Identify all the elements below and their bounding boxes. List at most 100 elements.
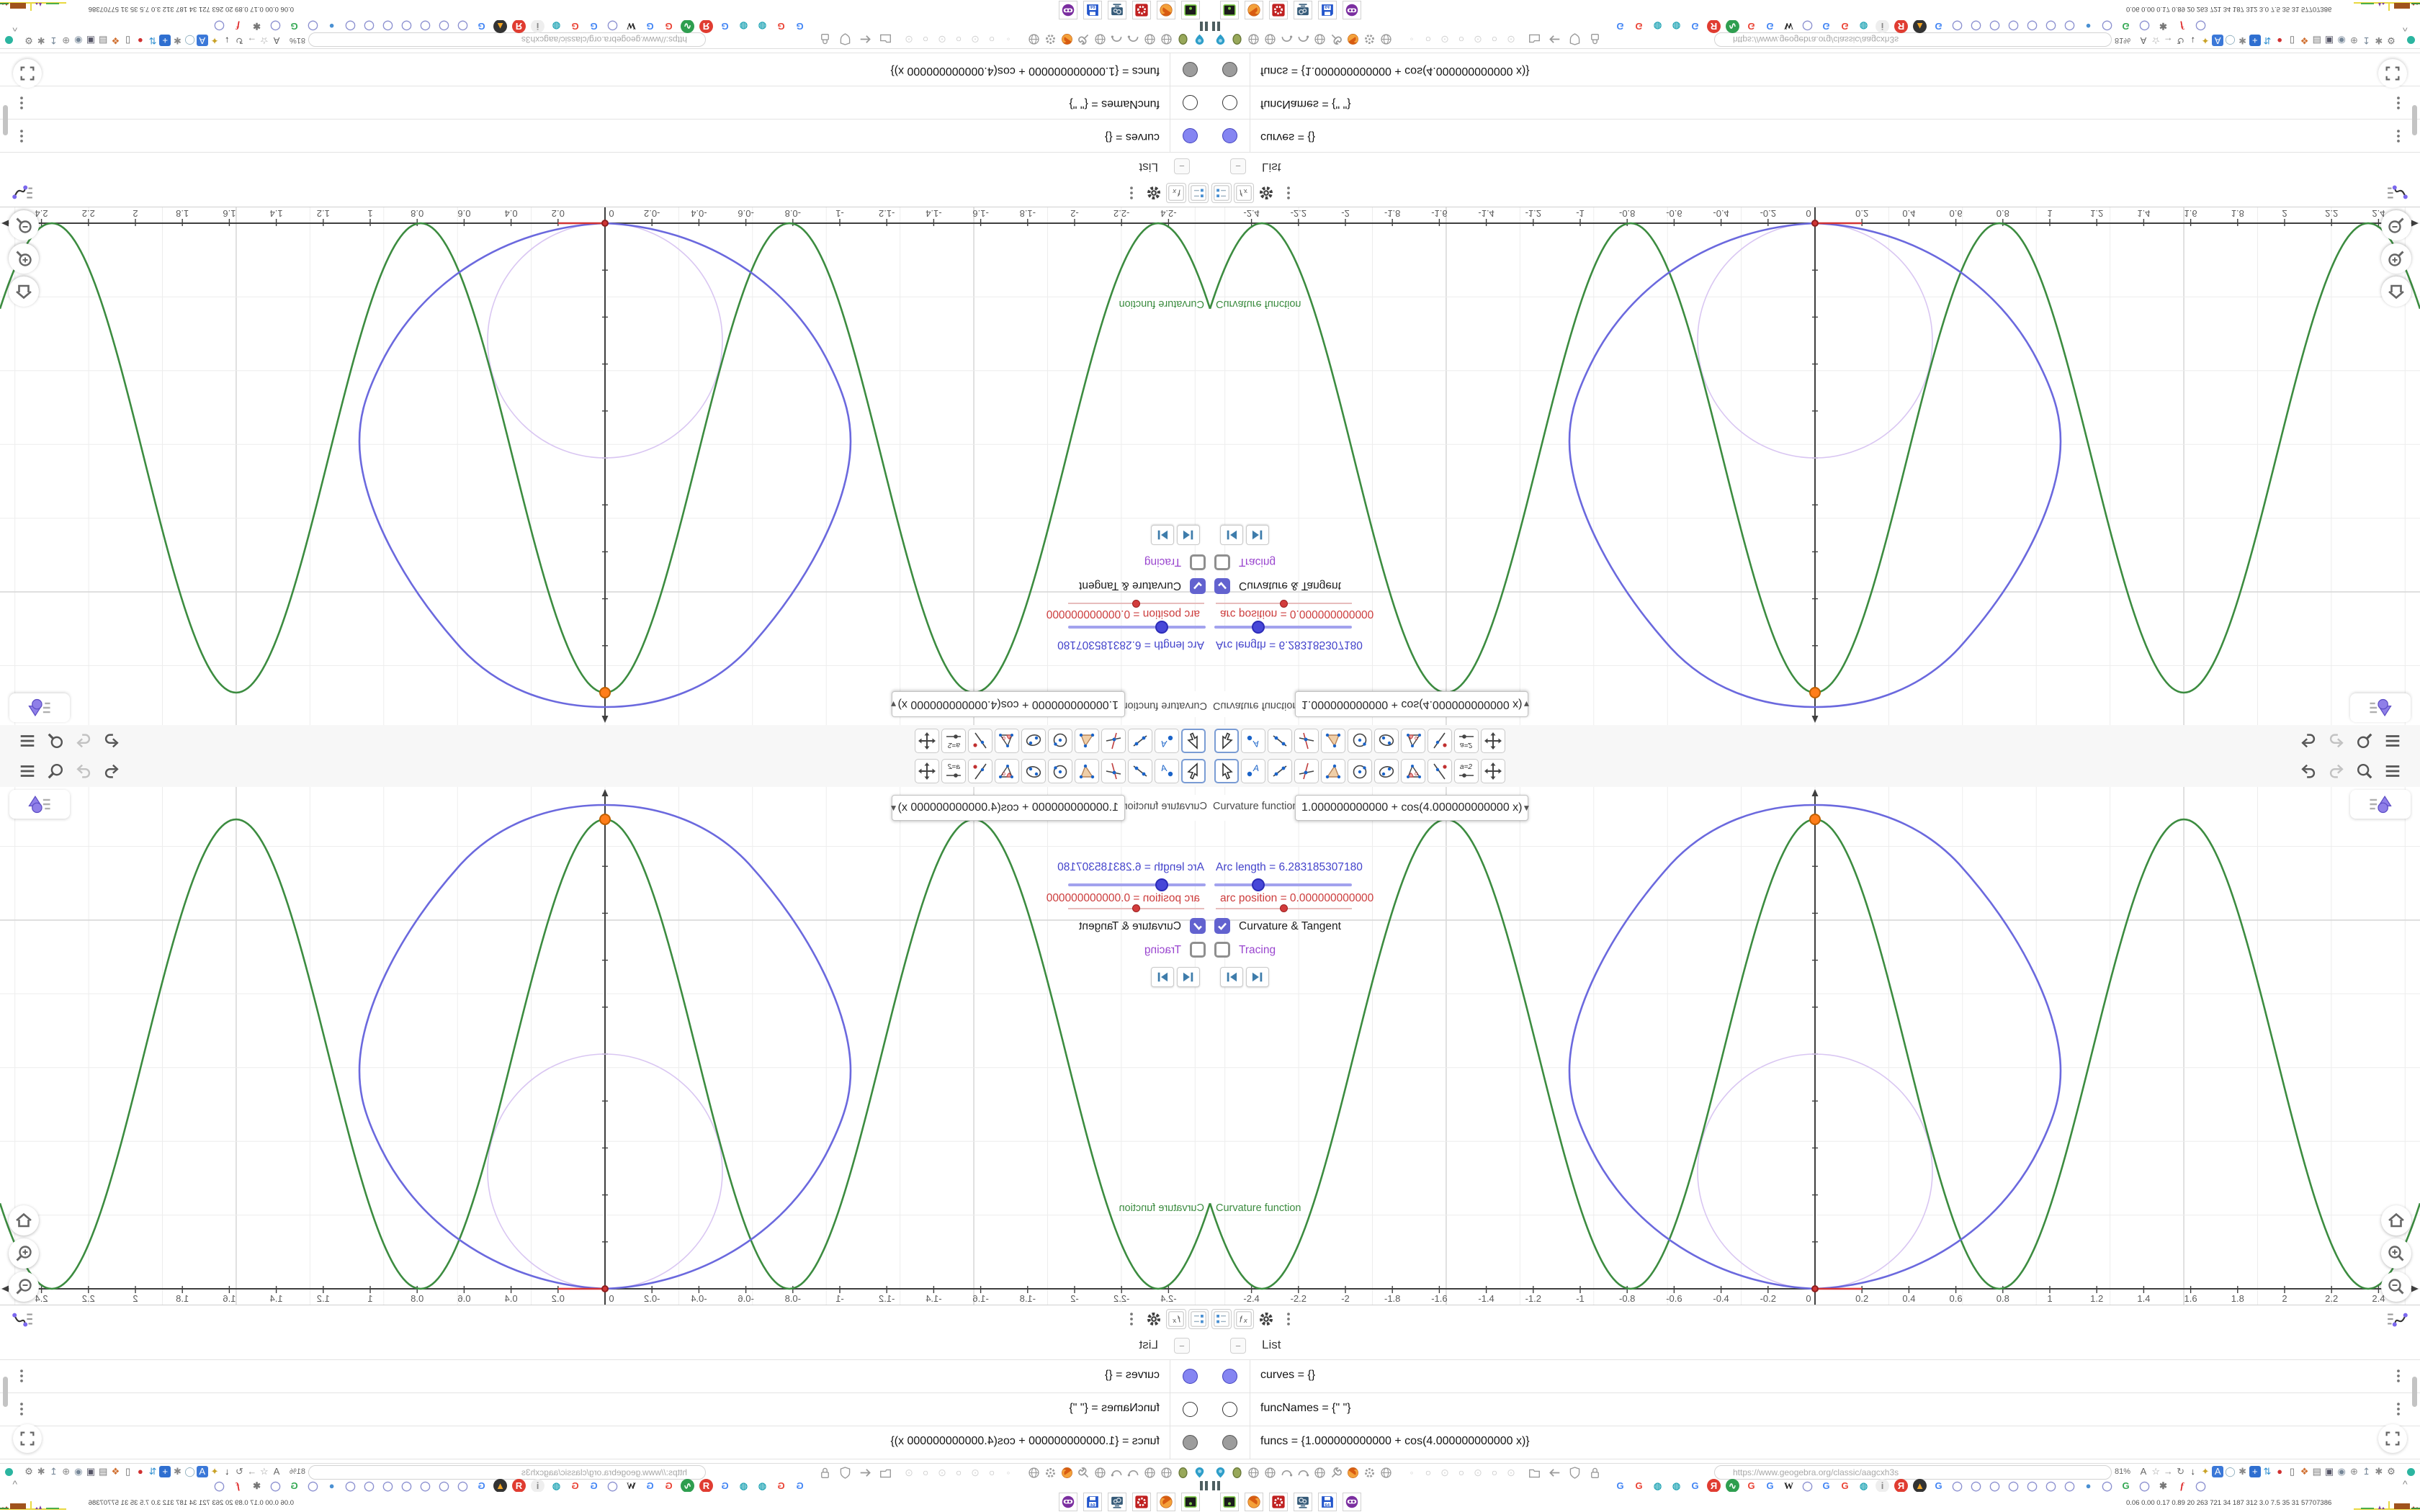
extension-icon[interactable]: ✦ [2200,35,2211,46]
visibility-toggle[interactable] [1222,95,1237,110]
extension-icon[interactable]: ✱ [2237,35,2249,46]
collapse-list-button[interactable]: − [1230,158,1246,174]
extension-icon[interactable]: A [2212,35,2224,46]
visibility-toggle[interactable] [1222,1369,1237,1384]
bookmark-favicon[interactable]: G [662,1479,676,1493]
bookmark-favicon[interactable]: ◯ [1950,1479,1964,1493]
firefox-icon[interactable] [1345,32,1360,47]
globe-icon[interactable] [1093,32,1108,47]
bookmark-favicon[interactable]: ◯ [2007,1479,2020,1493]
bookmark-favicon[interactable]: ◯ [606,19,619,33]
inactive-extension-icon[interactable]: ○ [1454,32,1469,47]
visibility-toggle[interactable] [1183,95,1198,110]
kebab-icon[interactable] [13,91,30,112]
extension-icon[interactable]: ◉ [73,1466,84,1477]
terminal-taskbar-button[interactable] [1220,1,1239,19]
firefox-icon[interactable] [1060,32,1075,47]
arc-icon[interactable] [1110,1465,1124,1480]
function-input[interactable]: 1.000000000000 + cos(4.000000000000 x) ▼ [1295,795,1531,821]
algebra-row[interactable]: curves = {} [1210,120,2420,153]
bookmark-favicon[interactable]: ∿ [681,1479,694,1493]
bookmark-favicon[interactable]: ◯ [269,1479,282,1493]
extension-icon[interactable]: ⊕ [60,1466,72,1477]
globe-icon[interactable] [1379,1465,1393,1480]
bookmark-favicon[interactable]: G [1932,1479,1945,1493]
floppy64-taskbar-button[interactable]: 64 [1083,1,1102,19]
extension-icon[interactable]: ◯ [2224,35,2236,46]
scrollbar[interactable] [2412,1377,2417,1407]
extension-icon[interactable]: ⊕ [2348,1466,2360,1477]
inactive-extension-icon[interactable]: ⊙ [1471,32,1485,47]
extension-icon[interactable]: ✱ [35,1466,47,1477]
bookmark-favicon[interactable]: ◯ [362,19,376,33]
kebab-icon[interactable] [2390,1400,2407,1421]
arc-position-point[interactable] [1811,1285,1819,1292]
arc-icon[interactable] [1279,1465,1294,1480]
inactive-extension-icon[interactable]: ⊙ [968,1465,982,1480]
monitor-taskbar-button[interactable] [1108,1,1126,19]
graphics-stylebar-toggle[interactable] [9,693,70,722]
arc-icon[interactable] [1126,1465,1141,1480]
algebra-view-icon[interactable] [9,182,37,204]
kebab-icon[interactable] [2390,91,2407,112]
bookmark-favicon[interactable]: Я [1707,19,1721,33]
extension-icon[interactable]: ✦ [209,35,220,46]
angle-tool-button[interactable]: α [995,759,1019,783]
extension-icon[interactable]: ↻ [233,35,245,46]
floppy64-taskbar-button[interactable]: 64 [1318,1,1337,19]
skip-forward-button[interactable] [1151,967,1174,987]
bookmark-favicon[interactable]: G [1819,1479,1833,1493]
bookmark-favicon[interactable]: G [662,19,676,33]
extension-icon[interactable]: ⇅ [2262,35,2273,46]
inactive-extension-icon[interactable]: ○ [1421,1465,1435,1480]
bookmark-favicon[interactable]: ◍ [737,1479,750,1493]
collapse-list-button[interactable]: − [1230,1338,1246,1354]
extension-icon[interactable]: ☆ [259,1466,270,1477]
firefox-taskbar-button[interactable] [1157,1,1175,19]
scrollbar[interactable] [3,1377,8,1407]
bookmark-favicon[interactable]: ✱ [2156,19,2170,33]
extension-icon[interactable]: ↻ [2175,35,2187,46]
extension-icon[interactable]: ● [2274,1466,2285,1477]
globe-icon[interactable] [1312,1465,1327,1480]
search-icon[interactable] [2355,732,2374,750]
undo-icon[interactable] [2299,732,2318,750]
polygon-tool-button[interactable] [1321,759,1345,783]
bookmark-favicon[interactable]: ● [2081,1479,2095,1493]
oval-icon[interactable] [1229,32,1244,47]
extension-icon[interactable]: A [2138,1466,2149,1477]
bookmark-favicon[interactable]: G [287,1479,301,1493]
bookmark-favicon[interactable]: ◯ [456,19,470,33]
inactive-extension-icon[interactable]: ⊙ [1471,1465,1485,1480]
kde-taskbar-button[interactable] [1269,1,1288,19]
extension-icon[interactable]: ❖ [109,1466,121,1477]
kebab-icon[interactable] [1121,1309,1142,1329]
bookmark-favicon[interactable]: G [774,1479,788,1493]
extension-icon[interactable]: ❖ [109,35,121,46]
kebab-icon[interactable] [1278,1309,1299,1329]
zoom-in-button[interactable] [9,243,39,274]
bookmark-favicon[interactable]: ◯ [2025,19,2039,33]
visibility-toggle[interactable] [1222,1402,1237,1417]
extension-icon[interactable]: ✱ [2373,35,2385,46]
algebra-view-icon[interactable] [2383,1308,2411,1330]
bookmark-favicon[interactable]: ◍ [550,1479,563,1493]
bookmark-favicon[interactable]: ◯ [344,1479,357,1493]
line-point-tool-button[interactable] [1428,759,1452,783]
visibility-toggle[interactable] [1183,1435,1198,1450]
tracing-checkbox[interactable] [1190,554,1206,570]
oval-icon[interactable] [1176,1465,1191,1480]
move-graphics-tool-button[interactable] [915,759,939,783]
extension-icon[interactable]: A [196,35,208,46]
polygon-tool-button[interactable] [1075,729,1099,753]
bookmark-favicon[interactable]: G [1688,19,1702,33]
firefox-icon[interactable] [1060,1465,1075,1480]
visibility-toggle[interactable] [1222,128,1237,143]
oval-icon[interactable] [1229,1465,1244,1480]
extension-icon[interactable]: → [2162,1466,2174,1477]
bookmark-favicon[interactable]: ◯ [2138,19,2151,33]
gear-small-icon[interactable] [1362,1465,1376,1480]
inactive-extension-icon[interactable]: ○ [985,32,999,47]
bookmark-favicon[interactable]: ◯ [2138,1479,2151,1493]
algebra-row[interactable]: funcs = {1.000000000000 + cos(4.00000000… [1210,1426,2420,1459]
